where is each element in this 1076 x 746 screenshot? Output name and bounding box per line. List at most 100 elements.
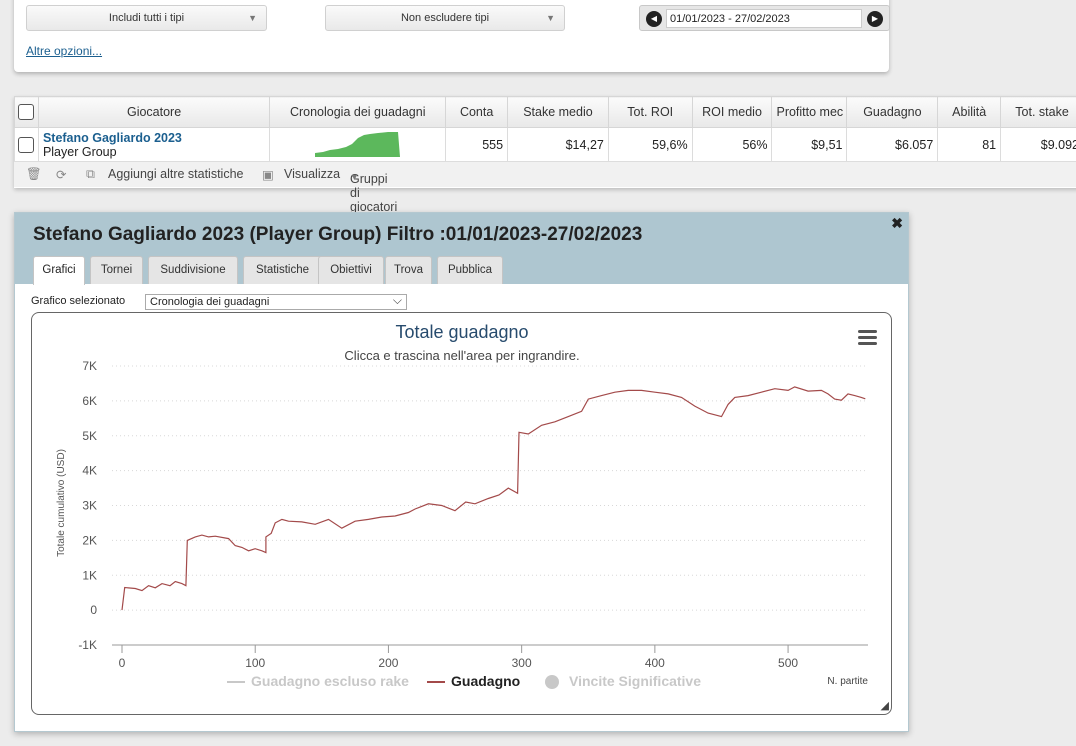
legend-item[interactable]: Vincite Significative	[545, 673, 701, 689]
date-range-picker: ◀ ▶	[639, 5, 890, 31]
column-header-count[interactable]: Conta	[445, 96, 509, 128]
legend-label: Vincite Significative	[569, 673, 701, 689]
chevron-down-icon: ▼	[248, 13, 257, 23]
filter-panel: Includi tutti i tipi ▼ Non escludere tip…	[14, 0, 890, 72]
tab-pubblica[interactable]: Pubblica	[437, 256, 503, 284]
dialog-title: Stefano Gagliardo 2023 (Player Group) Fi…	[33, 224, 643, 245]
tab-statistiche[interactable]: Statistiche	[243, 256, 322, 284]
legend-label: Guadagno	[451, 673, 520, 689]
tab-suddivisione[interactable]: Suddivisione	[148, 256, 238, 284]
next-period-icon[interactable]: ▶	[867, 11, 883, 27]
y-tick-label: 4K	[82, 464, 97, 478]
y-tick-label: 7K	[82, 359, 97, 373]
y-tick-label: 0	[90, 603, 97, 617]
stats-table: Giocatore Cronologia dei guadagni Conta …	[14, 96, 1076, 162]
profit-history-cell	[269, 127, 447, 162]
chart-legend: Guadagno escluso rake Guadagno Vincite Sig…	[227, 673, 701, 689]
table-toolbar: 🗑 ⟳ ⧉ Aggiungi altre statistiche ▣ Visua…	[14, 161, 1076, 214]
y-tick-label: 5K	[82, 429, 97, 443]
refresh-icon[interactable]: ⟳	[56, 167, 66, 182]
profit-sparkline	[315, 132, 401, 157]
y-axis-ticks: -1K 0 1K 2K 3K 4K 5K 6K 7K	[78, 359, 97, 652]
y-tick-label: 6K	[82, 394, 97, 408]
player-name-link[interactable]: Stefano Gagliardo 2023	[43, 131, 265, 145]
x-tick-label: 0	[119, 656, 126, 670]
column-header-avg-stake[interactable]: Stake medio	[507, 96, 609, 128]
profit-chart[interactable]: Totale guadagno Clicca e trascina nell'a…	[32, 313, 891, 714]
exclude-types-label: Non escludere tipi	[400, 12, 490, 24]
legend-label: Guadagno escluso rake	[251, 673, 409, 689]
include-types-select[interactable]: Includi tutti i tipi ▼	[26, 5, 267, 31]
x-tick-label: 100	[245, 656, 265, 670]
chart-subtitle: Clicca e trascina nell'area per ingrandi…	[344, 348, 579, 363]
skill-cell: 81	[937, 127, 1002, 162]
x-tick-label: 300	[512, 656, 532, 670]
legend-marker	[545, 675, 559, 689]
x-tick-label: 400	[645, 656, 665, 670]
y-tick-label: 1K	[82, 568, 97, 582]
x-axis-ticks: 0 100 200 300 400 500	[119, 645, 798, 670]
chart-grid	[112, 365, 868, 646]
y-tick-label: 3K	[82, 499, 97, 513]
avg-stake-cell: $14,27	[507, 127, 609, 162]
profit-cell: $6.057	[846, 127, 939, 162]
row-select-cell	[14, 127, 39, 162]
count-cell: 555	[445, 127, 509, 162]
legend-item[interactable]: Guadagno	[427, 673, 520, 689]
player-detail-dialog: Stefano Gagliardo 2023 (Player Group) Fi…	[14, 212, 909, 732]
tab-tornei[interactable]: Tornei	[90, 256, 143, 284]
chart-select-label: Grafico selezionato	[31, 295, 126, 307]
tab-grafici[interactable]: Grafici	[33, 256, 85, 285]
tot-roi-cell: 59,6%	[607, 127, 693, 162]
add-stats-button[interactable]: Aggiungi altre statistiche	[108, 167, 244, 181]
x-tick-label: 200	[378, 656, 398, 670]
player-cell: Stefano Gagliardo 2023 Player Group	[37, 127, 271, 162]
chart-select-value: Cronologia dei guadagni	[150, 296, 270, 308]
x-axis-label: N. partite	[827, 676, 868, 687]
chart-series	[121, 386, 866, 611]
include-types-label: Includi tutti i tipi	[108, 12, 185, 24]
chart-container: Totale guadagno Clicca e trascina nell'a…	[31, 312, 892, 715]
avg-profit-cell: $9,51	[771, 127, 848, 162]
y-tick-label: 2K	[82, 533, 97, 547]
chevron-down-icon: ▼	[350, 172, 359, 182]
exclude-types-select[interactable]: Non escludere tipi ▼	[325, 5, 565, 31]
table-row[interactable]: Stefano Gagliardo 2023 Player Group 555 …	[14, 127, 1076, 162]
tot-stake-cell: $9.092	[1000, 127, 1076, 162]
view-button[interactable]: Visualizza	[284, 167, 340, 181]
profit-sparkline-area	[315, 132, 401, 157]
tab-trova[interactable]: Trova	[385, 256, 432, 284]
row-checkbox[interactable]	[18, 136, 35, 153]
more-options-link[interactable]: Altre opzioni...	[26, 44, 102, 58]
chart-menu-icon[interactable]	[858, 330, 877, 345]
previous-period-icon[interactable]: ◀	[646, 11, 662, 27]
chart-select[interactable]: Cronologia dei guadagni ⌵	[145, 293, 407, 310]
chart-title: Totale guadagno	[395, 322, 528, 342]
column-header-profit[interactable]: Guadagno	[846, 96, 939, 128]
x-tick-label: 500	[778, 656, 798, 670]
series-line-guadagno[interactable]	[121, 386, 866, 611]
trash-icon[interactable]: 🗑	[26, 167, 42, 182]
column-header-avg-profit[interactable]: Profitto mec	[771, 96, 848, 128]
chart-select-row: Grafico selezionato Cronologia dei guada…	[31, 293, 407, 310]
column-header-skill[interactable]: Abilità	[937, 96, 1002, 128]
tab-obiettivi[interactable]: Obiettivi	[318, 256, 384, 284]
chevron-down-icon: ▼	[546, 13, 555, 23]
player-group-label: Player Group	[42, 144, 117, 159]
column-header-player[interactable]: Giocatore	[37, 96, 271, 128]
stats-table-panel: Giocatore Cronologia dei guadagni Conta …	[14, 96, 1076, 214]
dialog-header: Stefano Gagliardo 2023 (Player Group) Fi…	[15, 213, 908, 285]
column-header-profit-history[interactable]: Cronologia dei guadagni	[269, 96, 447, 128]
chevron-down-icon: ⌵	[392, 293, 402, 307]
resize-handle-icon[interactable]: ◢	[881, 699, 889, 712]
y-tick-label: -1K	[78, 638, 97, 652]
column-header-avg-roi[interactable]: ROI medio	[691, 96, 773, 128]
close-icon[interactable]: ✖	[891, 215, 903, 232]
column-header-tot-roi[interactable]: Tot. ROI	[607, 96, 693, 128]
add-stats-icon[interactable]: ⧉	[86, 167, 95, 182]
select-all-checkbox[interactable]	[18, 104, 35, 120]
date-range-input[interactable]	[666, 9, 862, 28]
legend-item[interactable]: Guadagno escluso rake	[227, 673, 409, 689]
image-icon[interactable]: ▣	[262, 167, 274, 182]
column-header-tot-stake[interactable]: Tot. stake	[1000, 96, 1076, 128]
